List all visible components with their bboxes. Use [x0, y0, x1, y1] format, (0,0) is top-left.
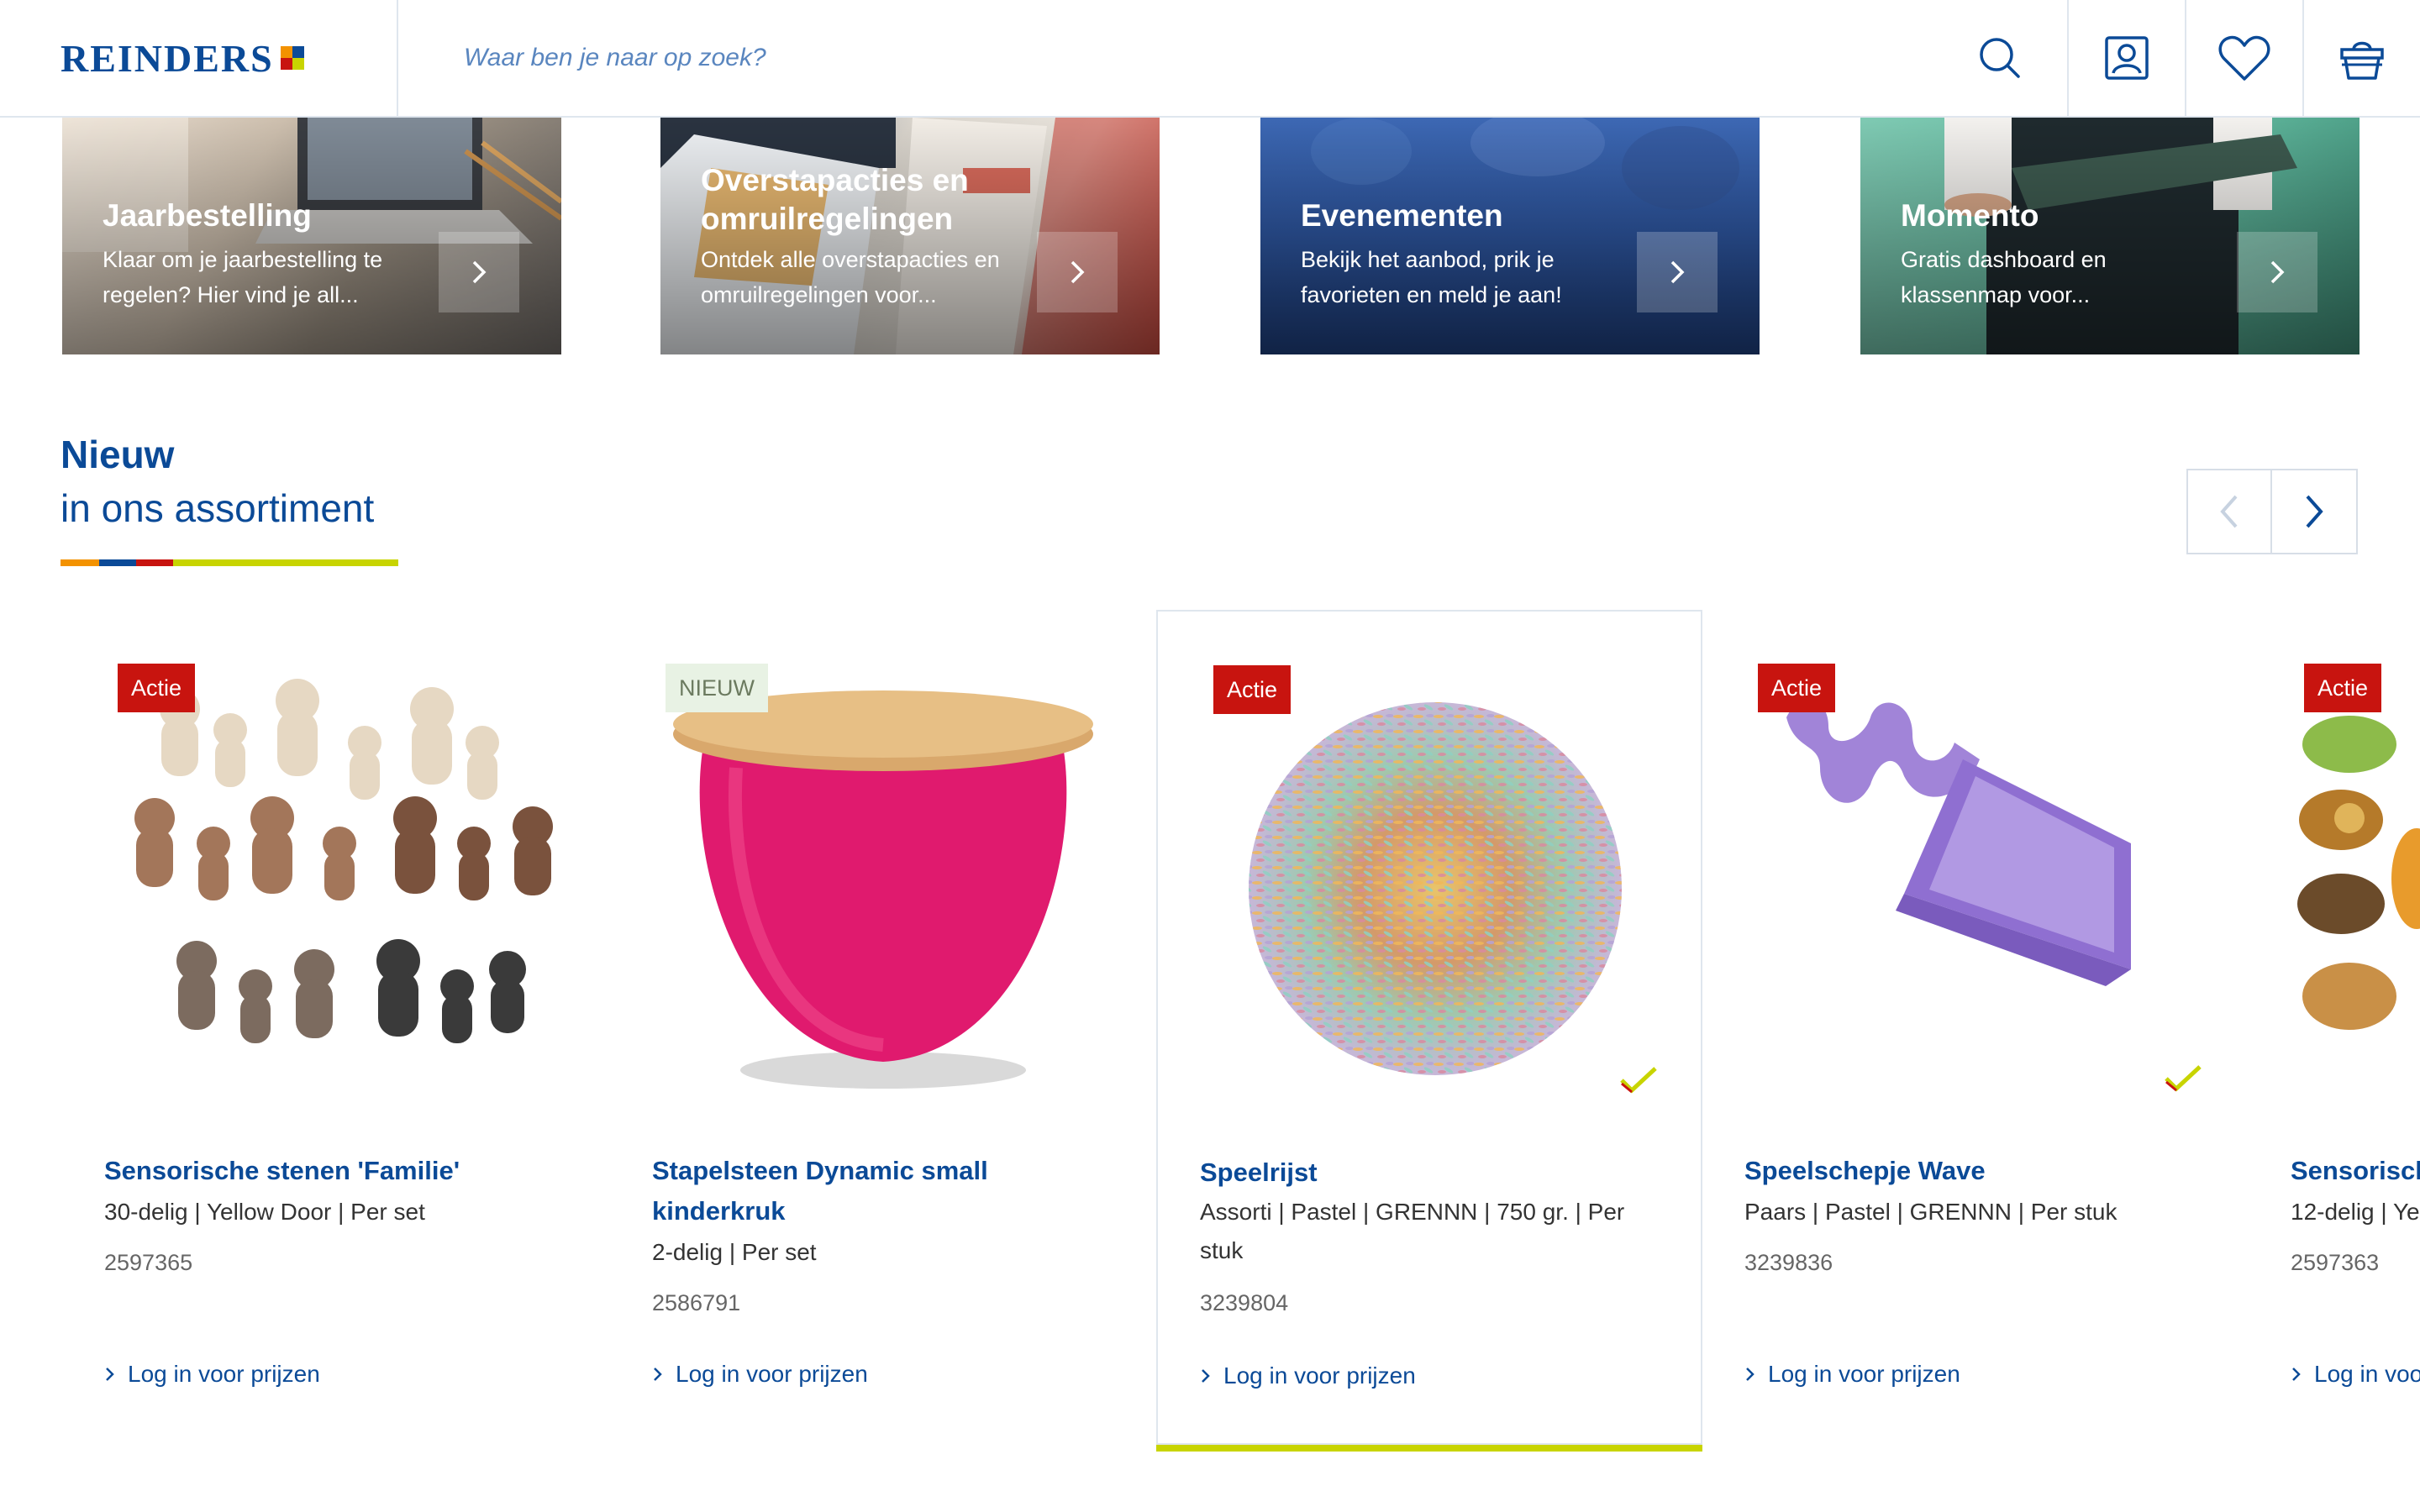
promo-text: Gratis dashboard en klassenmap voor...	[1901, 247, 2107, 307]
product-image	[1786, 698, 2131, 986]
section-title: Nieuw	[60, 433, 175, 476]
sale-badge: Actie	[2304, 664, 2382, 712]
promo-arrow-button[interactable]	[439, 232, 519, 312]
login-for-prices-link[interactable]: Log in voor prijzen	[1744, 1361, 1960, 1388]
chevron-right-icon	[1202, 1369, 1210, 1383]
product-sku: 2597365	[104, 1250, 193, 1275]
product-card[interactable]: Actie Speelrijst Assorti | Pastel | GREN…	[1156, 610, 1702, 1452]
product-card[interactable]: Actie Sensorische stenen 12-delig | Yell…	[2249, 610, 2420, 1445]
product-card[interactable]: Actie Speelschepje Wave Paars | Pastel |…	[1702, 610, 2249, 1445]
product-description: 2-delig | Per set	[652, 1239, 817, 1265]
promo-text: Ontdek alle overstapacties en omruilrege…	[701, 247, 1000, 307]
checkmark-icon	[1620, 1067, 1657, 1094]
promo-title: Evenementen	[1301, 198, 1503, 233]
product-description: Paars | Pastel | GRENNN | Per stuk	[1744, 1199, 2118, 1225]
product-name[interactable]: Sensorische stenen	[2291, 1151, 2420, 1191]
sale-badge: Actie	[118, 664, 196, 712]
product-image	[134, 679, 553, 1043]
logo-text: REINDERS	[60, 36, 274, 80]
chevron-right-icon	[2292, 1368, 2301, 1381]
sale-badge: Actie	[1213, 665, 1292, 714]
chevron-right-icon	[1746, 1368, 1754, 1381]
product-name[interactable]: Speelschepje Wave	[1744, 1151, 2215, 1191]
favorites-button[interactable]	[2185, 0, 2302, 117]
product-name[interactable]: Sensorische stenen 'Familie'	[104, 1151, 575, 1191]
promo-arrow-button[interactable]	[2237, 232, 2317, 312]
promo-card-jaarbestelling[interactable]: Jaarbestelling Klaar om je jaarbestellin…	[62, 118, 561, 354]
login-for-prices-link[interactable]: Log in voor prijzen	[1200, 1362, 1416, 1389]
login-link-label: Log in voor prijzen	[128, 1361, 320, 1387]
sale-badge: Actie	[1758, 664, 1836, 712]
account-button[interactable]	[2067, 0, 2185, 117]
product-card[interactable]: NIEUW Stapelsteen Dynamic small kinderkr…	[610, 610, 1156, 1445]
logo[interactable]: REINDERS	[0, 0, 398, 117]
chevron-right-icon	[1071, 260, 1085, 284]
product-image	[673, 690, 1093, 1089]
product-image	[1249, 702, 1622, 1075]
login-link-label: Log in voor prijzen	[676, 1361, 868, 1387]
site-header: REINDERS	[0, 0, 2420, 118]
search-input[interactable]	[464, 44, 1724, 72]
product-sku: 3239836	[1744, 1250, 1833, 1275]
product-sku: 2597363	[2291, 1250, 2380, 1275]
promo-card-momento[interactable]: Momento Gratis dashboard en klassenmap v…	[1860, 118, 2360, 354]
carousel-next-button[interactable]	[2272, 469, 2358, 554]
search-button[interactable]	[1975, 33, 2025, 83]
promo-title: Jaarbestelling	[103, 198, 312, 233]
chevron-right-icon	[2306, 495, 2323, 528]
chevron-right-icon	[472, 260, 487, 284]
logo-mark-icon	[280, 46, 304, 70]
cart-button[interactable]	[2302, 0, 2420, 117]
active-card-underline	[1156, 1445, 1702, 1452]
promo-arrow-button[interactable]	[1037, 232, 1118, 312]
promo-card-overstapacties[interactable]: Overstapacties en omruilregelingen Ontde…	[660, 118, 1160, 354]
login-for-prices-link[interactable]: Log in voor prijzen	[104, 1361, 320, 1388]
product-description: 12-delig | Yellow Door | Per set	[2291, 1199, 2420, 1225]
product-card[interactable]: Actie Sensorische stenen 'Familie' 30-de…	[62, 610, 608, 1445]
product-sku: 3239804	[1200, 1290, 1289, 1315]
promo-title: Overstapacties en omruilregelingen	[701, 163, 969, 236]
section-underline	[60, 559, 398, 566]
chevron-right-icon	[1670, 260, 1685, 284]
product-image	[2297, 716, 2420, 1030]
login-for-prices-link[interactable]: Log in voor prijzen	[652, 1361, 868, 1388]
product-description: 30-delig | Yellow Door | Per set	[104, 1199, 425, 1225]
product-name[interactable]: Stapelsteen Dynamic small kinderkruk	[652, 1151, 1123, 1231]
promo-text: Klaar om je jaarbestelling te regelen? H…	[103, 247, 383, 307]
product-sku: 2586791	[652, 1290, 741, 1315]
product-description: Assorti | Pastel | GRENNN | 750 gr. | Pe…	[1200, 1199, 1625, 1263]
promo-text: Bekijk het aanbod, prik je favorieten en…	[1301, 247, 1562, 307]
chevron-right-icon	[654, 1368, 662, 1381]
chevron-right-icon	[2270, 260, 2285, 284]
login-link-label: Log in voor prijzen	[2314, 1361, 2420, 1387]
login-link-label: Log in voor prijzen	[1223, 1362, 1416, 1389]
heart-icon	[2218, 35, 2270, 81]
new-badge: NIEUW	[666, 664, 768, 712]
promo-card-evenementen[interactable]: Evenementen Bekijk het aanbod, prik je f…	[1260, 118, 1760, 354]
product-name[interactable]: Speelrijst	[1200, 1152, 1670, 1193]
search-bar	[398, 0, 2067, 117]
checkmark-icon	[2165, 1065, 2202, 1092]
login-link-label: Log in voor prijzen	[1768, 1361, 1960, 1387]
section-subtitle: in ons assortiment	[60, 486, 375, 530]
promo-arrow-button[interactable]	[1637, 232, 1718, 312]
login-for-prices-link[interactable]: Log in voor prijzen	[2291, 1361, 2420, 1388]
chevron-left-icon	[2220, 495, 2238, 528]
promo-title: Momento	[1901, 198, 2039, 233]
chevron-right-icon	[106, 1368, 114, 1381]
basket-icon	[2340, 41, 2384, 80]
carousel-prev-button[interactable]	[2186, 469, 2272, 554]
user-icon	[2105, 36, 2149, 80]
search-icon	[1980, 38, 2020, 78]
